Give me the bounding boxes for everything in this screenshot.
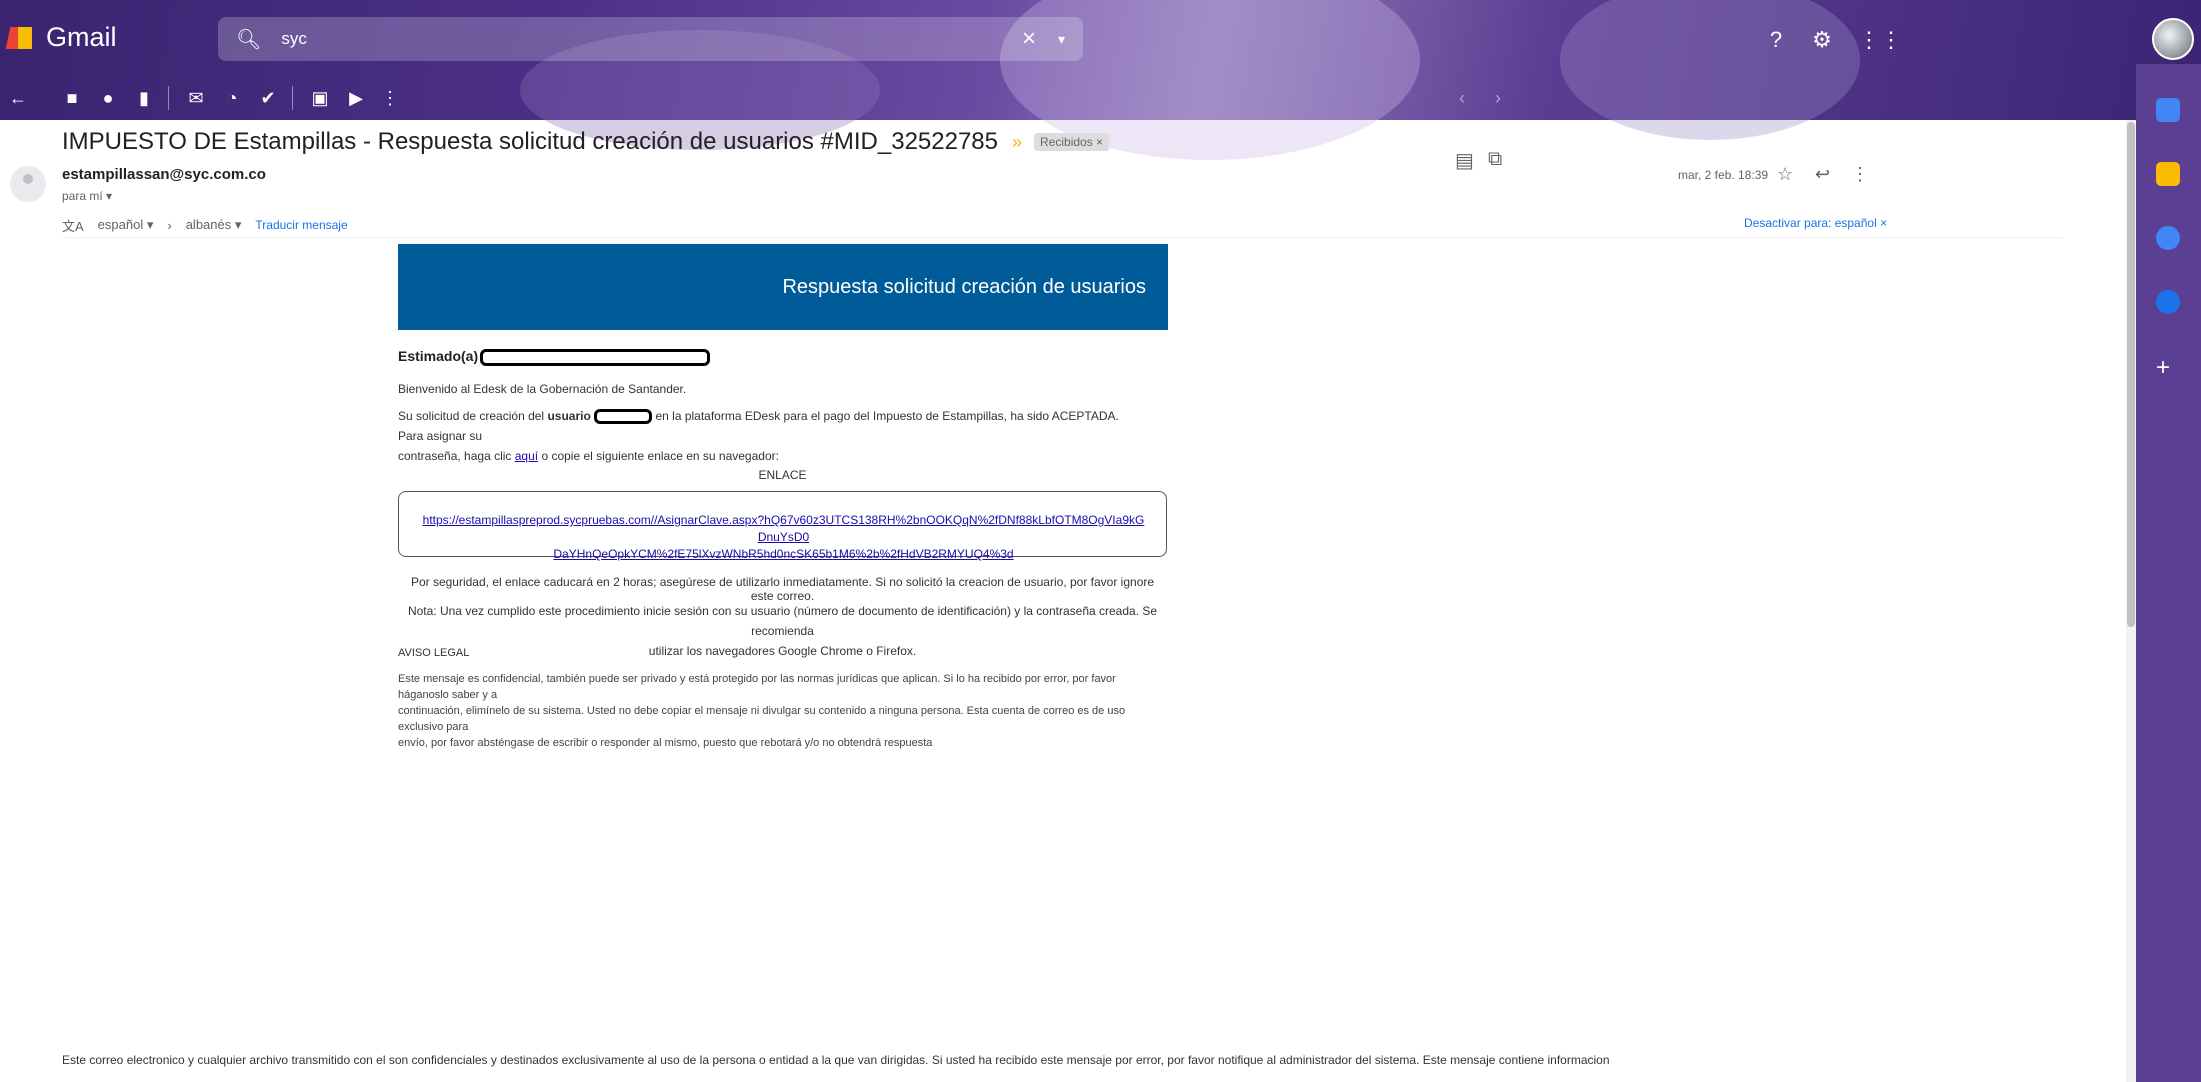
target-language[interactable]: albanés ▾ (186, 217, 242, 233)
sender-avatar (10, 166, 46, 202)
newer-icon[interactable]: ‹ (1450, 86, 1474, 110)
sender-email[interactable]: estampillassan@syc.com.co (62, 166, 266, 183)
here-link[interactable]: aquí (515, 449, 538, 463)
inbox-label[interactable]: Recibidos × (1034, 133, 1110, 151)
side-panel: + (2136, 64, 2201, 1082)
source-language[interactable]: español ▾ (98, 217, 154, 233)
translate-arrow-icon: › (167, 217, 172, 233)
toolbar-divider (292, 86, 293, 110)
usage-note-line: Nota: Una vez cumplido este procedimient… (407, 604, 1158, 638)
enlace-title: ENLACE (758, 468, 807, 482)
enlace-link[interactable]: https://estampillaspreprod.sycpruebas.co… (419, 512, 1148, 563)
greeting: Estimado(a) (398, 348, 711, 366)
search-icon[interactable]: 🔍︎ (236, 27, 261, 52)
welcome-text: Bienvenido al Edesk de la Gobernación de… (398, 382, 687, 396)
request-text: Su solicitud de creación del (398, 409, 545, 423)
move-to-icon[interactable]: ▣ (308, 86, 332, 110)
importance-marker-icon[interactable]: » (1012, 132, 1022, 153)
email-subject: IMPUESTO DE Estampillas - Respuesta soli… (62, 128, 1110, 156)
recipient-details[interactable]: para mí ▾ (62, 189, 112, 203)
app-name: Gmail (46, 22, 117, 52)
snooze-icon[interactable]: ◔ (220, 86, 244, 110)
back-icon[interactable]: ← (6, 86, 30, 110)
greeting-text: Estimado(a) (398, 348, 479, 364)
disable-translation-link[interactable]: Desactivar para: español × (1744, 216, 1887, 230)
archive-icon[interactable]: ■ (60, 86, 84, 110)
header-background-decoration (1560, 0, 1860, 140)
subject-text: IMPUESTO DE Estampillas - Respuesta soli… (62, 128, 998, 155)
search-input[interactable] (281, 29, 982, 49)
older-icon[interactable]: › (1486, 86, 1510, 110)
print-icon[interactable]: ▤ (1455, 148, 1474, 173)
request-text: contraseña, haga clic (398, 449, 512, 463)
settings-gear-icon[interactable]: ⚙ (1808, 26, 1836, 54)
usage-note: Nota: Una vez cumplido este procedimient… (398, 601, 1167, 661)
redacted-user (594, 409, 653, 425)
enlace-box: https://estampillaspreprod.sycpruebas.co… (398, 491, 1167, 561)
search-options-icon[interactable]: ▾ (1058, 31, 1065, 48)
security-note: Por seguridad, el enlace caducará en 2 h… (410, 575, 1155, 603)
tasks-icon[interactable] (2156, 226, 2180, 250)
banner-title: Respuesta solicitud creación de usuarios (782, 276, 1146, 298)
search-bar[interactable]: 🔍︎ × ▾ (218, 17, 1083, 61)
request-text: o copie el siguiente enlace en su navega… (541, 449, 779, 463)
legal-line: continuación, elimínelo de su sistema. U… (398, 705, 1126, 733)
usage-note-line: utilizar los navegadores Google Chrome o… (648, 644, 917, 658)
legal-notice: Este mensaje es confidencial, también pu… (398, 671, 1168, 751)
enlace-url-line[interactable]: DaYHnQeOpkYCM%2fE75lXvzWNbR5hd0ncSK65b1M… (419, 546, 1148, 563)
add-addon-icon[interactable]: + (2156, 354, 2170, 382)
more-options-icon[interactable]: ⋮ (1851, 164, 1869, 185)
request-user-label: usuario (547, 409, 591, 423)
gmail-m-icon (8, 25, 34, 51)
mark-unread-icon[interactable]: ✉ (184, 86, 208, 110)
email-banner: Respuesta solicitud creación de usuarios (398, 244, 1168, 330)
translate-icon: 文A (62, 218, 84, 234)
email-date: mar, 2 feb. 18:39 (1678, 168, 1769, 182)
keep-icon[interactable] (2156, 162, 2180, 186)
calendar-icon[interactable] (2156, 98, 2180, 122)
account-avatar[interactable] (2152, 18, 2194, 60)
divider (62, 237, 2062, 238)
reply-icon[interactable]: ↩ (1815, 164, 1830, 185)
gmail-logo[interactable]: Gmail (8, 22, 117, 53)
enlace-url-line[interactable]: https://estampillaspreprod.sycpruebas.co… (419, 512, 1148, 546)
footer-disclaimer: Este correo electronico y cualquier arch… (62, 1053, 1610, 1067)
add-to-tasks-icon[interactable]: ✔ (256, 86, 280, 110)
toolbar-divider (168, 86, 169, 110)
help-icon[interactable]: ? (1762, 26, 1790, 54)
translate-message-link[interactable]: Traducir mensaje (255, 218, 347, 232)
request-paragraph: Su solicitud de creación del usuario en … (398, 406, 1138, 466)
apps-grid-icon[interactable]: ⋮⋮ (1858, 26, 1902, 54)
contacts-icon[interactable] (2156, 290, 2180, 314)
scrollbar-thumb[interactable] (2127, 122, 2135, 627)
report-spam-icon[interactable]: ● (96, 86, 120, 110)
redacted-name (480, 348, 711, 366)
legal-line: Este mensaje es confidencial, también pu… (398, 673, 1116, 701)
clear-search-icon[interactable]: × (1022, 25, 1036, 53)
legal-title: AVISO LEGAL (398, 647, 470, 659)
star-icon[interactable]: ☆ (1777, 164, 1793, 185)
more-icon[interactable]: ⋮ (378, 86, 402, 110)
labels-icon[interactable]: ▶ (344, 86, 368, 110)
legal-line: envío, por favor absténgase de escribir … (398, 737, 933, 749)
open-new-window-icon[interactable]: ⧉ (1488, 148, 1502, 171)
delete-icon[interactable]: ▮ (132, 86, 156, 110)
